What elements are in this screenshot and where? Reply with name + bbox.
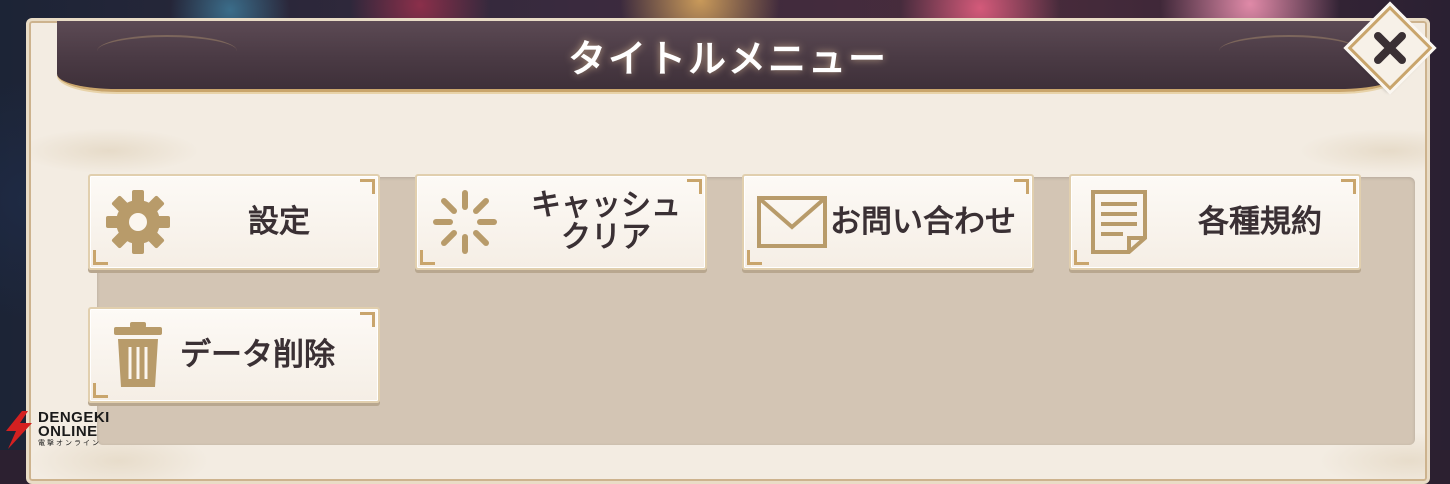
delete-data-label: データ削除 (180, 337, 335, 373)
cache-clear-button[interactable]: キャッシュ クリア (415, 174, 707, 270)
envelope-icon (750, 180, 834, 264)
watermark-line3: 電撃オンライン (38, 439, 101, 447)
document-icon (1077, 180, 1161, 264)
terms-button[interactable]: 各種規約 (1069, 174, 1361, 270)
contact-label: お問い合わせ (830, 204, 1016, 240)
cache-clear-label: キャッシュ クリア (507, 190, 705, 254)
trash-icon (96, 313, 180, 397)
close-icon (1374, 32, 1406, 64)
gear-icon (96, 180, 180, 264)
cache-clear-label-line1: キャッシュ (531, 188, 681, 223)
dengeki-online-watermark: DENGEKI ONLINE 電撃オンライン (2, 408, 126, 450)
settings-label: 設定 (248, 204, 310, 240)
settings-button[interactable]: 設定 (88, 174, 380, 270)
dialog-header: タイトルメニュー (57, 21, 1399, 92)
lightning-logo-icon (6, 411, 32, 449)
contact-button[interactable]: お問い合わせ (742, 174, 1034, 270)
cache-clear-label-line2: クリア (561, 220, 651, 255)
terms-label: 各種規約 (1198, 204, 1322, 240)
loading-spinner-icon (423, 180, 507, 264)
watermark-line2: ONLINE (38, 423, 98, 440)
close-button[interactable] (1347, 5, 1433, 91)
dialog-title: タイトルメニュー (567, 36, 888, 81)
delete-data-button[interactable]: データ削除 (88, 307, 380, 403)
